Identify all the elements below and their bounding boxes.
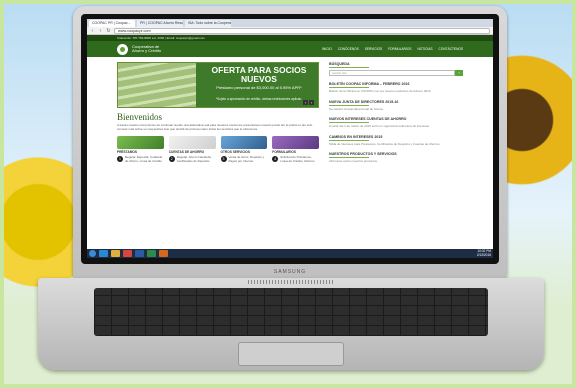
nav-item-inicio[interactable]: INICIO — [322, 47, 332, 51]
back-icon[interactable]: ‹ — [90, 28, 95, 34]
news-title[interactable]: NUEVA JUNTA DE DIRECTORES 2015-16 — [329, 100, 463, 104]
page-content: OFERTA PARA SOCIOS NUEVOS Préstamo perso… — [87, 57, 493, 170]
service-card[interactable]: PRÉSTAMOS 1 Regular, Especial, Colateral… — [117, 135, 164, 164]
divider — [329, 157, 369, 159]
nav-item-contactenos[interactable]: CONTÁCTENOS — [439, 47, 463, 51]
slider-arrows: ‹ › — [303, 100, 314, 105]
service-title: CUENTAS DE AHORRO — [168, 149, 205, 154]
browser-tab[interactable]: ISA: Todo sobre la Cooperativ... — [185, 20, 231, 27]
next-arrow-icon[interactable]: › — [309, 100, 314, 105]
news-text: A partir del 1 de marzo de 2015 entró en… — [329, 124, 430, 129]
service-desc: Regular, Ahorro Navideño, Certificados d… — [176, 155, 212, 163]
browser-tab[interactable]: PR | COOPAC Ahorro Resum... — [137, 20, 183, 27]
address-bar: ‹ › ↻ www.coopacpr.com — [87, 27, 493, 35]
chrome-icon[interactable] — [123, 250, 132, 257]
screen: COOPAC PR | Coopac... PR | COOPAC Ahorro… — [87, 19, 493, 258]
logo-text[interactable]: Cooperativa de Ahorro y Crédito — [132, 44, 162, 54]
divider — [329, 104, 369, 106]
ie-icon[interactable] — [99, 250, 108, 257]
banner-title: OFERTA PARA SOCIOS NUEVOS — [211, 65, 307, 84]
browser-tab[interactable]: COOPAC PR | Coopac... — [89, 20, 135, 27]
speaker-grille — [248, 280, 334, 284]
keyboard — [94, 288, 488, 336]
search-input[interactable]: search site — [329, 70, 455, 76]
news-text: Boletín de la Oficina en COOPAC con los … — [329, 89, 431, 93]
service-title: PRÉSTAMOS — [117, 149, 137, 154]
nav-item-conocenos[interactable]: CONÓCENOS — [338, 47, 359, 51]
service-card[interactable]: CUENTAS DE AHORRO 2 Regular, Ahorro Navi… — [168, 135, 216, 164]
services-grid: PRÉSTAMOS 1 Regular, Especial, Colateral… — [117, 135, 319, 164]
other-services-image — [220, 135, 268, 149]
word-icon[interactable] — [135, 250, 144, 257]
laptop-base — [38, 278, 544, 370]
main-nav: INICIO CONÓCENOS SERVICIOS FORMULARIOS N… — [322, 47, 463, 51]
system-clock[interactable]: 10:02 PM 2/13/2016 — [476, 249, 491, 257]
search-block: BÚSQUEDA search site › — [329, 62, 463, 76]
news-item[interactable]: BOLETÍN COOPAC INFORMA – FEBRERO 2016 Bo… — [329, 82, 463, 94]
service-desc: Solicitud de Préstamos, Línea de Crédito… — [280, 155, 315, 163]
forward-icon[interactable]: › — [98, 28, 103, 34]
service-number: 4 — [272, 156, 279, 163]
touchpad — [238, 342, 344, 366]
news-text: Infórmese sobre nuestros productos. — [329, 159, 378, 164]
news-title[interactable]: CAMBIOS EN INTERESES 2015 — [329, 135, 463, 139]
service-desc: Regular, Especial, Colateral de Ahorro, … — [125, 155, 163, 163]
taskbar: 10:02 PM 2/13/2016 — [87, 249, 493, 258]
service-card[interactable]: FORMULARIOS 4 Solicitud de Préstamos, Lí… — [272, 135, 319, 164]
excel-icon[interactable] — [147, 250, 156, 257]
forms-image — [272, 135, 319, 149]
news-text: Se celebró la Asamblea Anual de Socios. — [329, 106, 384, 111]
news-item[interactable]: NUEVOS INTERESES CUENTAS DE AHORRO A par… — [329, 117, 463, 129]
sidebar: BÚSQUEDA search site › BOLETÍN COOPAC IN… — [329, 62, 463, 170]
nav-item-noticias[interactable]: NOTICIAS — [417, 47, 432, 51]
news-item[interactable]: NUESTROS PRODUCTOS Y SERVICIOS Infórmese… — [329, 152, 463, 164]
reload-icon[interactable]: ↻ — [106, 28, 111, 34]
welcome-text: A través nuestro compromiso de continuar… — [117, 123, 313, 131]
start-button[interactable] — [89, 250, 96, 257]
news-item[interactable]: NUEVA JUNTA DE DIRECTORES 2015-16 Se cel… — [329, 100, 463, 112]
news-text: Tabla de intereses para Préstamos, Certi… — [329, 141, 441, 146]
service-title: OTROS SERVICIOS — [220, 149, 251, 154]
news-title[interactable]: NUEVOS INTERESES CUENTAS DE AHORRO — [329, 117, 463, 121]
site-header: Cooperativa de Ahorro y Crédito INICIO C… — [87, 41, 493, 57]
money-image — [118, 63, 196, 107]
service-number: 3 — [220, 156, 227, 163]
nav-item-servicios[interactable]: SERVICIOS — [365, 47, 382, 51]
service-desc: Venta de Giros, Depósito y Pagos por Int… — [228, 155, 265, 163]
screen-bezel: COOPAC PR | Coopac... PR | COOPAC Ahorro… — [81, 14, 499, 264]
search-title: BÚSQUEDA — [329, 62, 350, 66]
divider — [329, 87, 369, 88]
news-item[interactable]: CAMBIOS EN INTERESES 2015 Tabla de inter… — [329, 135, 463, 147]
promo-banner[interactable]: OFERTA PARA SOCIOS NUEVOS Préstamo perso… — [117, 62, 319, 108]
main-column: OFERTA PARA SOCIOS NUEVOS Préstamo perso… — [117, 62, 319, 170]
clock-date: 2/13/2016 — [476, 252, 491, 257]
divider — [329, 122, 369, 124]
banner-note: *Sujeto a aprobación de crédito, ciertas… — [215, 97, 303, 101]
powerpoint-icon[interactable] — [159, 250, 168, 257]
welcome-title: Bienvenidos — [117, 112, 162, 122]
laptop-brand: SAMSUNG — [273, 269, 307, 275]
search-button[interactable]: › — [455, 70, 463, 76]
divider — [329, 139, 369, 141]
banner-subtitle: Préstamo personal de $3,000.00 al 5.95% … — [216, 85, 302, 90]
service-number: 1 — [117, 156, 123, 163]
service-title: FORMULARIOS — [272, 149, 296, 154]
browser-tabs: COOPAC PR | Coopac... PR | COOPAC Ahorro… — [87, 19, 493, 27]
folder-icon[interactable] — [111, 250, 120, 257]
logo-icon[interactable] — [117, 43, 128, 55]
laptop-lid: COOPAC PR | Coopac... PR | COOPAC Ahorro… — [73, 6, 507, 278]
service-number: 2 — [168, 156, 175, 163]
service-card[interactable]: OTROS SERVICIOS 3 Venta de Giros, Depósi… — [220, 135, 268, 164]
news-title[interactable]: BOLETÍN COOPAC INFORMA – FEBRERO 2016 — [329, 82, 463, 86]
loans-image — [117, 135, 164, 149]
prev-arrow-icon[interactable]: ‹ — [303, 100, 308, 105]
url-input[interactable]: www.coopacpr.com — [114, 27, 490, 34]
divider — [329, 67, 369, 68]
savings-image — [168, 135, 216, 149]
nav-item-formularios[interactable]: FORMULARIOS — [388, 47, 411, 51]
news-title[interactable]: NUESTROS PRODUCTOS Y SERVICIOS — [329, 152, 463, 156]
